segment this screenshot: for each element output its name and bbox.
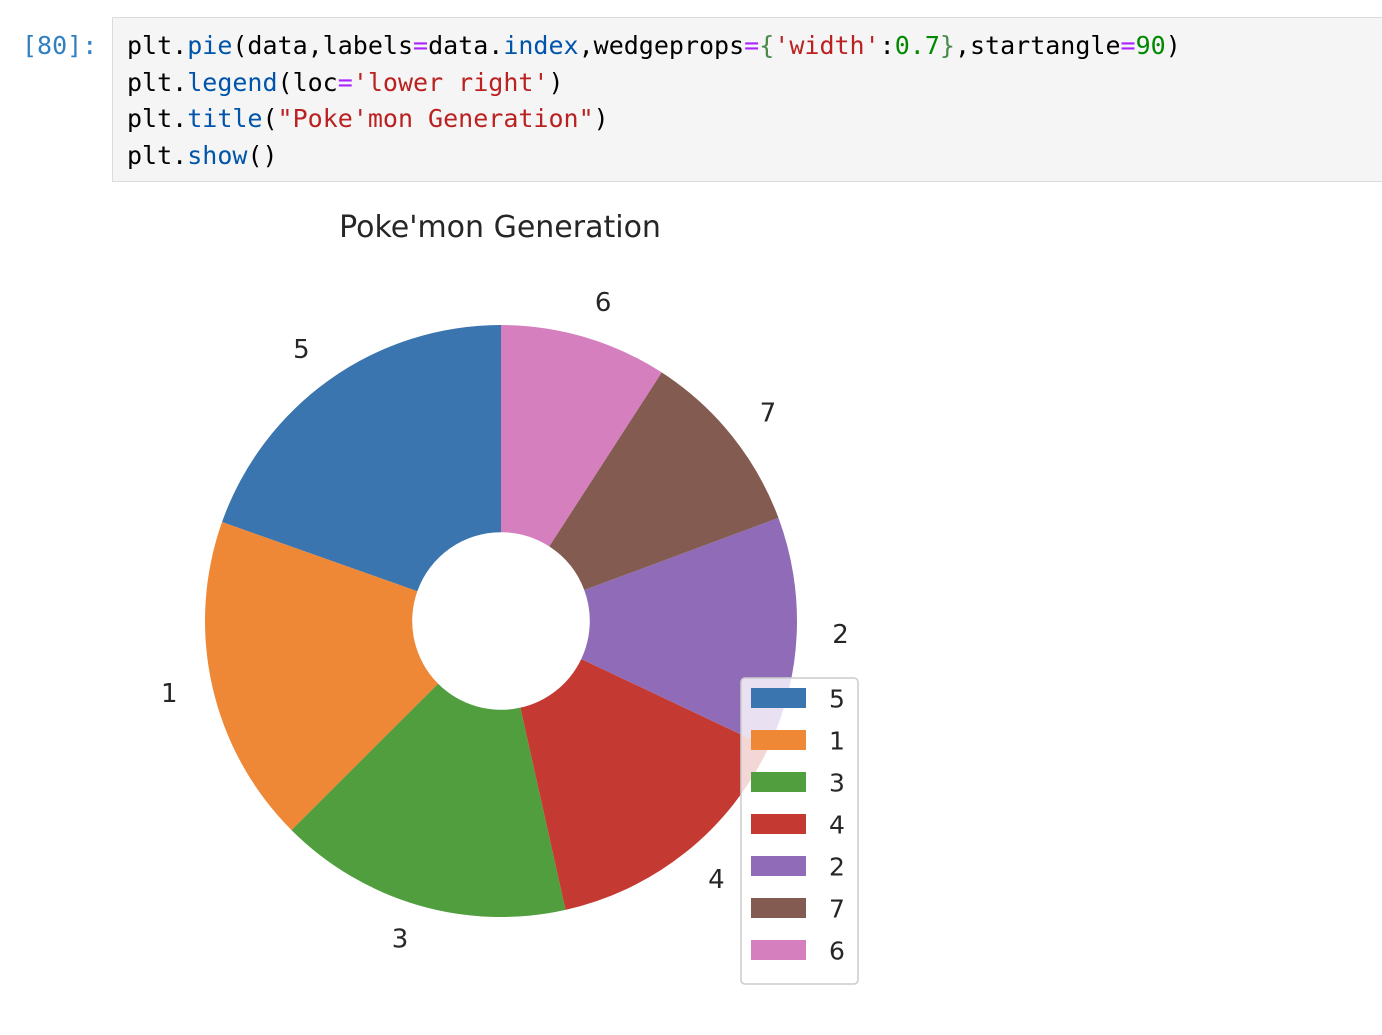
legend-swatch-6: [751, 940, 806, 960]
code-token: (: [262, 104, 278, 134]
donut-chart: Poke'mon Generation 5 1 3 4 2 7 6 5 1 3 4 2 7 6: [161, 210, 859, 985]
cell-prompt: [80]:: [22, 31, 98, 60]
code-token: title: [187, 104, 263, 134]
code-token: ): [1165, 31, 1181, 60]
slice-label-7: 7: [760, 398, 777, 428]
legend-swatch-1: [751, 730, 806, 750]
slice-label-5: 5: [293, 335, 310, 365]
code-token: ): [548, 67, 564, 97]
legend-label-1: 1: [829, 727, 845, 756]
legend-label-5: 5: [829, 685, 845, 714]
slice-label-1: 1: [161, 679, 178, 709]
code-token: :: [879, 31, 895, 60]
code-token: 90: [1135, 31, 1166, 60]
chart-legend: 5 1 3 4 2 7 6: [740, 677, 859, 985]
slice-label-6: 6: [595, 288, 612, 318]
legend-swatch-4: [751, 814, 806, 834]
slice-label-2: 2: [832, 620, 849, 650]
code-token: ): [593, 104, 609, 134]
code-token: =: [413, 31, 429, 60]
legend-label-4: 4: [829, 811, 845, 840]
code-token: {: [759, 31, 775, 60]
chart-title: Poke'mon Generation: [339, 210, 661, 245]
code-token: plt.: [127, 31, 188, 60]
wedges: [205, 325, 797, 918]
code-token: ,wedgeprops: [578, 31, 745, 60]
code-token: "Poke'mon Generation": [277, 104, 594, 134]
code-token: (): [247, 141, 278, 171]
code-token: =: [1120, 31, 1136, 60]
slice-label-3: 3: [392, 924, 409, 954]
legend-label-7: 7: [829, 895, 845, 924]
code-token: 'lower right': [352, 67, 549, 97]
code-token: }: [939, 31, 955, 60]
code-text[interactable]: plt.pie(data,labels=data.index,wedgeprop…: [127, 28, 1181, 175]
cell-output: Poke'mon Generation 5 1 3 4 2 7 6 5 1 3 4 2 7 6: [0, 190, 1382, 1030]
code-token: plt.: [127, 141, 188, 171]
code-line: plt.legend(loc='lower right'): [127, 68, 564, 97]
legend-label-6: 6: [829, 937, 845, 966]
code-token: plt.: [127, 104, 188, 134]
legend-label-2: 2: [829, 853, 845, 882]
code-token: plt.: [127, 67, 188, 97]
legend-swatch-7: [751, 898, 806, 918]
code-line: plt.title("Poke'mon Generation"): [127, 104, 609, 133]
code-token: =: [744, 31, 760, 60]
legend-swatch-3: [751, 772, 806, 792]
code-token: show: [187, 141, 248, 171]
code-line: plt.pie(data,labels=data.index,wedgeprop…: [127, 31, 1181, 60]
code-token: legend: [187, 67, 278, 97]
code-token: (data,labels: [232, 31, 413, 60]
slice-label-4: 4: [708, 865, 725, 895]
code-token: ,startangle: [954, 31, 1121, 60]
code-token: data.: [428, 31, 504, 60]
code-token: (loc: [277, 67, 338, 97]
legend-swatch-2: [751, 856, 806, 876]
code-token: index: [503, 31, 579, 60]
code-editor[interactable]: plt.pie(data,labels=data.index,wedgeprop…: [112, 17, 1382, 182]
legend-swatch-5: [751, 688, 806, 708]
legend-label-3: 3: [829, 769, 845, 798]
notebook-cell: [80]: plt.pie(data,labels=data.index,wed…: [0, 0, 1382, 1030]
code-token: pie: [187, 31, 233, 60]
code-token: 0.7: [894, 31, 940, 60]
code-token: =: [337, 67, 353, 97]
code-line: plt.show(): [127, 141, 278, 170]
code-token: 'width': [774, 31, 880, 60]
